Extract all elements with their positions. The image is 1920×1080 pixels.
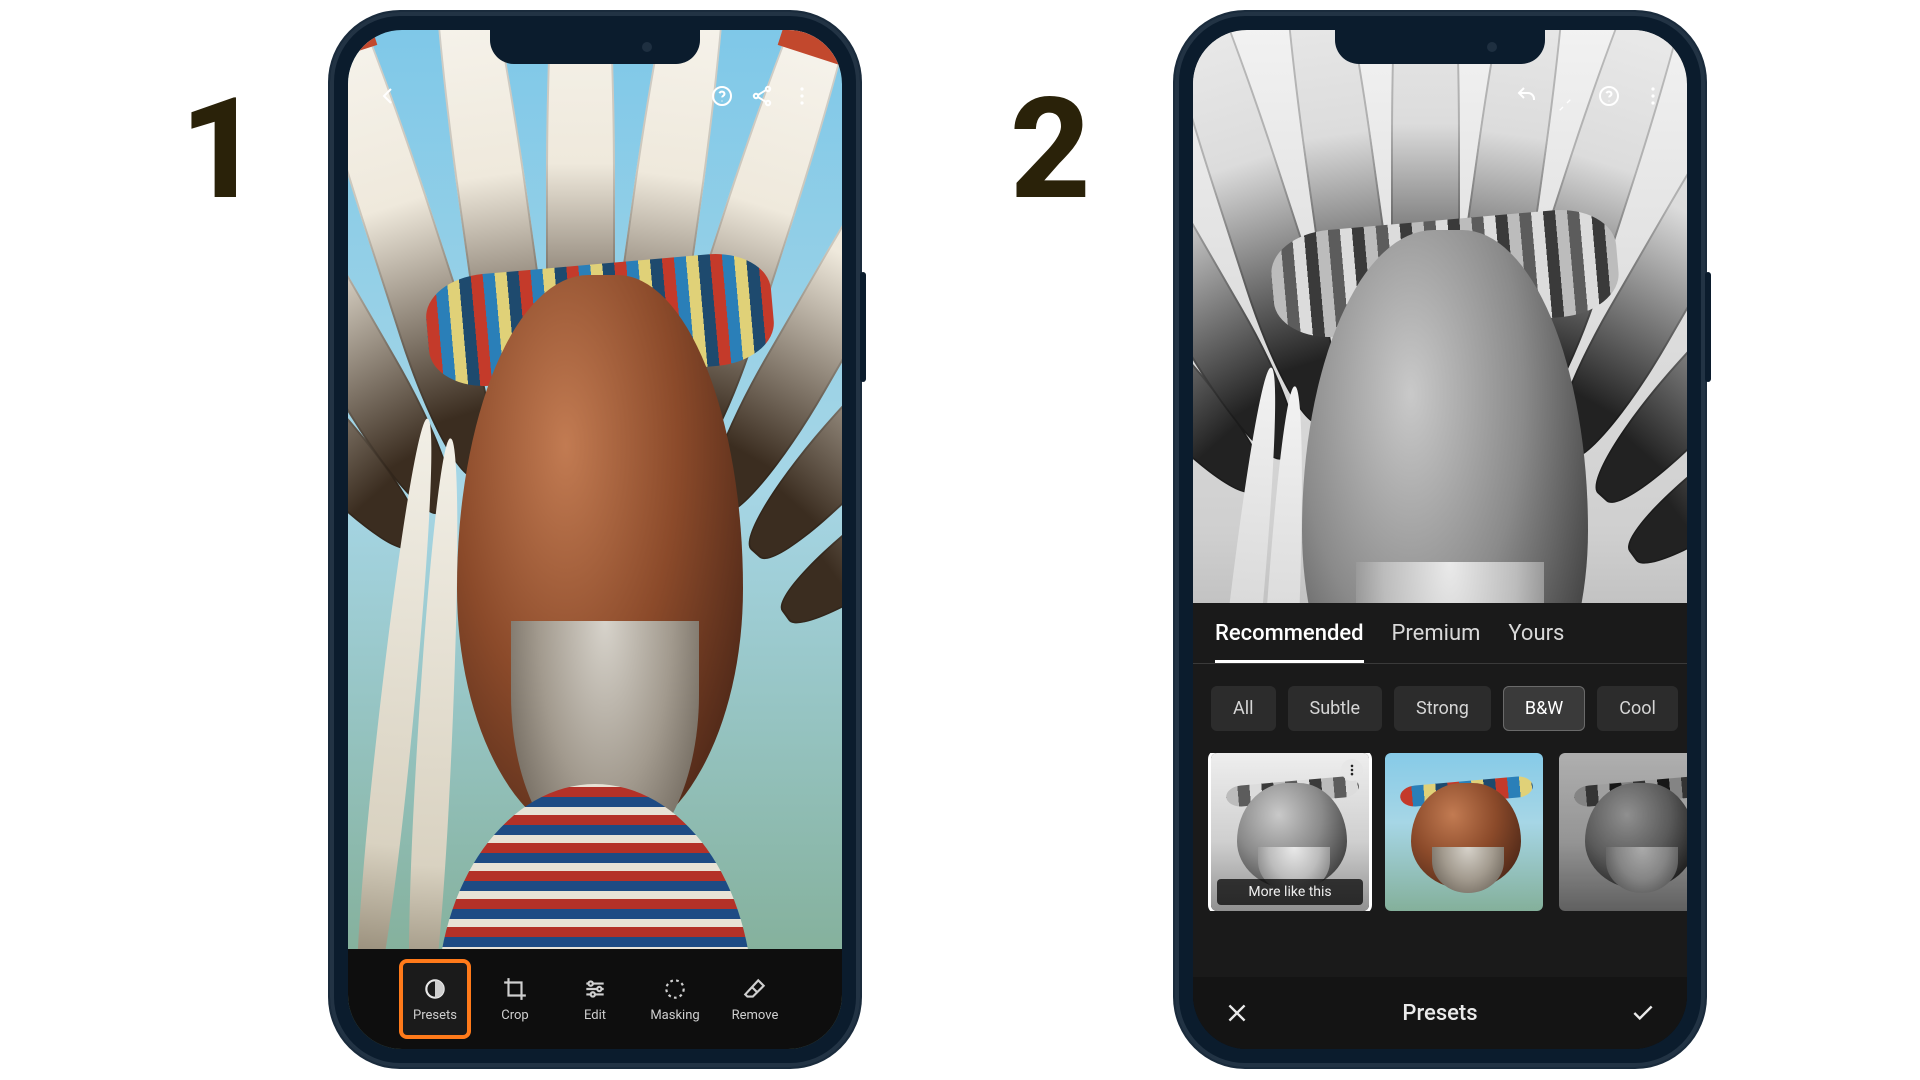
tab-premium[interactable]: Premium [1392,621,1481,663]
remove-eraser-icon [742,976,768,1002]
preset-category-chips: All Subtle Strong B&W Cool Warm [1193,664,1687,753]
presets-footer: Presets [1193,977,1687,1049]
preset-thumb-2[interactable] [1385,753,1543,911]
phone1-topbar [368,74,822,118]
tab-recommended[interactable]: Recommended [1215,621,1364,663]
phone-notch [1335,30,1545,64]
phone2-screen: Recommended Premium Yours All Subtle Str… [1193,30,1687,1049]
phone-notch [490,30,700,64]
preset-thumb-more-icon[interactable] [1341,759,1363,781]
step-number-1: 1 [180,80,261,220]
more-icon[interactable] [782,76,822,116]
more-icon[interactable] [1633,76,1673,116]
chip-bw[interactable]: B&W [1503,686,1585,731]
crop-button[interactable]: Crop [483,963,547,1035]
remove-label: Remove [732,1008,779,1023]
edit-toolbar: Presets Crop Edit Masking Remove [348,949,842,1049]
close-icon[interactable] [1217,993,1257,1033]
presets-label: Presets [413,1008,457,1023]
undo-icon[interactable] [1507,76,1547,116]
masking-button[interactable]: Masking [643,963,707,1035]
crop-icon [502,976,528,1002]
preset-thumb-3[interactable] [1559,753,1687,911]
help-icon[interactable] [1589,76,1629,116]
masking-label: Masking [650,1008,699,1023]
share-icon[interactable] [742,76,782,116]
edit-sliders-icon [582,976,608,1002]
chip-all[interactable]: All [1211,686,1276,731]
edit-button[interactable]: Edit [563,963,627,1035]
preset-thumbnails: More like this [1193,753,1687,911]
chip-cool[interactable]: Cool [1597,686,1678,731]
tab-yours[interactable]: Yours [1508,621,1564,663]
edit-label: Edit [584,1008,606,1023]
presets-button[interactable]: Presets [403,963,467,1035]
presets-icon [422,976,448,1002]
phone1-screen: Presets Crop Edit Masking Remove [348,30,842,1049]
masking-icon [662,976,688,1002]
remove-button[interactable]: Remove [723,963,787,1035]
crop-label: Crop [501,1008,528,1023]
preset-thumb-caption: More like this [1217,879,1363,905]
help-icon[interactable] [702,76,742,116]
compare-icon[interactable] [1545,85,1585,125]
phone2-topbar [1193,74,1687,118]
chip-subtle[interactable]: Subtle [1288,686,1383,731]
preset-tabs: Recommended Premium Yours [1193,603,1687,663]
presets-footer-title: Presets [1257,1001,1623,1026]
phone-mockup-2: Recommended Premium Yours All Subtle Str… [1175,12,1705,1067]
step-number-2: 2 [1010,80,1091,220]
preset-thumb-1[interactable]: More like this [1211,753,1369,911]
confirm-check-icon[interactable] [1623,993,1663,1033]
presets-panel: Recommended Premium Yours All Subtle Str… [1193,603,1687,1049]
edited-photo[interactable] [348,30,842,1049]
back-icon[interactable] [368,76,408,116]
phone-mockup-1: Presets Crop Edit Masking Remove [330,12,860,1067]
chip-strong[interactable]: Strong [1394,686,1491,731]
